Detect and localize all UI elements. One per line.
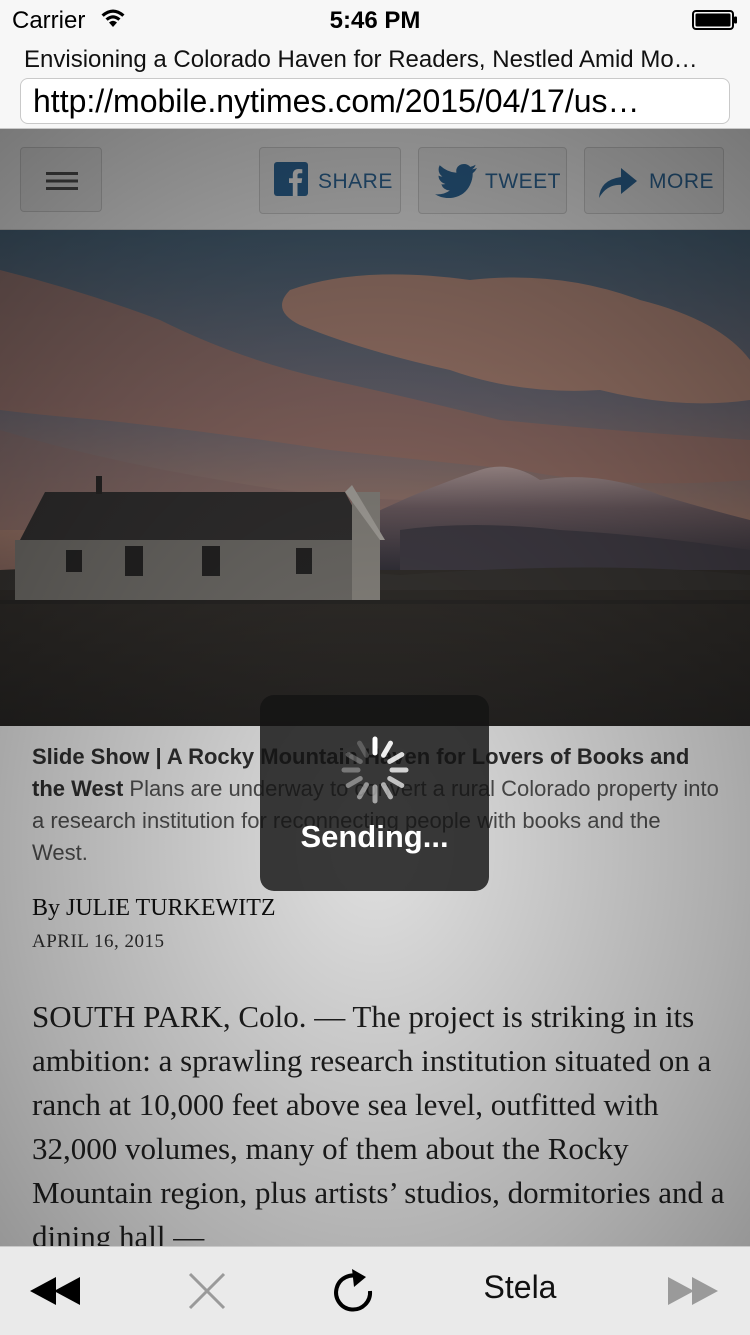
slideshow-photo[interactable] (0, 230, 750, 726)
clock: 5:46 PM (329, 7, 421, 34)
share-label: SHARE (318, 170, 393, 193)
stop-icon[interactable] (186, 1263, 228, 1319)
more-label: MORE (649, 170, 714, 193)
facebook-share-button[interactable]: SHARE (259, 147, 401, 214)
byline: By JULIE TURKEWITZ (32, 895, 276, 921)
url-field[interactable]: http://mobile.nytimes.com/2015/04/17/us… (20, 78, 730, 124)
menu-button[interactable] (20, 147, 102, 212)
share-arrow-icon (599, 168, 637, 198)
twitter-bird-icon (435, 164, 477, 198)
landscape-photo (0, 230, 750, 726)
bottom-toolbar: Stela (0, 1246, 750, 1335)
facebook-icon (274, 162, 308, 196)
sending-hud: Sending... (260, 695, 489, 891)
battery-icon (692, 10, 737, 30)
article-body: SOUTH PARK, Colo. — The project is strik… (32, 999, 725, 1246)
article-date: APRIL 16, 2015 (32, 931, 165, 952)
stela-button[interactable]: Stela (460, 1269, 580, 1325)
back-icon[interactable] (30, 1263, 82, 1319)
status-bar: Carrier 5:46 PM (0, 0, 750, 40)
reload-icon[interactable] (330, 1263, 376, 1319)
hamburger-icon (46, 172, 78, 190)
address-area: Envisioning a Colorado Haven for Readers… (0, 40, 750, 129)
forward-icon[interactable] (666, 1263, 718, 1319)
hud-status-text: Sending... (300, 819, 449, 854)
twitter-tweet-button[interactable]: TWEET (418, 147, 567, 214)
web-content: SHARE TWEET MORE Slide Show | A Rocky Lo… (0, 129, 750, 1246)
page-title: Envisioning a Colorado Haven for Readers… (24, 46, 698, 73)
url-text[interactable]: http://mobile.nytimes.com/2015/04/17/us… (33, 83, 713, 120)
nyt-header: SHARE TWEET MORE (0, 129, 750, 230)
tweet-label: TWEET (485, 170, 561, 193)
more-share-button[interactable]: MORE (584, 147, 724, 214)
activity-spinner-icon (341, 736, 409, 804)
